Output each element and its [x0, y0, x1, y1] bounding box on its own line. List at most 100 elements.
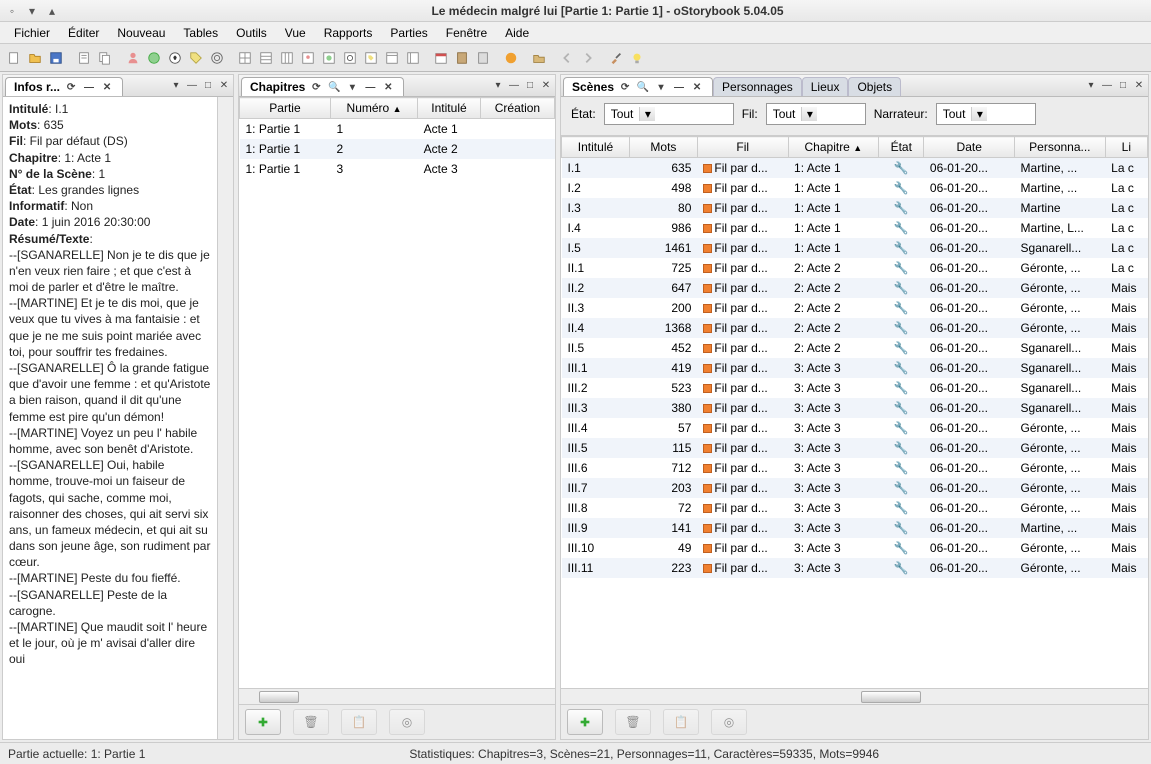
scenes-hscroll[interactable]	[561, 688, 1148, 704]
add-button[interactable]	[567, 709, 603, 735]
menu-éditer[interactable]: Éditer	[60, 24, 107, 42]
copy-button[interactable]: 📋	[663, 709, 699, 735]
grid-person-icon[interactable]	[298, 48, 318, 68]
panel-min-icon[interactable]: —	[185, 79, 199, 93]
grid1-icon[interactable]	[235, 48, 255, 68]
copy-icon[interactable]	[95, 48, 115, 68]
filter-fil-dropdown[interactable]: Tout ▾	[766, 103, 866, 125]
target-icon[interactable]	[207, 48, 227, 68]
col-header[interactable]: Numéro ▲	[330, 98, 417, 119]
infos-scrollbar[interactable]	[217, 97, 233, 739]
soccer-icon[interactable]	[165, 48, 185, 68]
grid-globe-icon[interactable]	[319, 48, 339, 68]
chevron-down-icon[interactable]: ▾	[639, 107, 655, 121]
new-file-icon[interactable]	[4, 48, 24, 68]
filter-narr-dropdown[interactable]: Tout ▾	[936, 103, 1036, 125]
table-row[interactable]: III.872Fil par d...3: Acte 3🔧06-01-20...…	[562, 498, 1148, 518]
grid-ball-icon[interactable]	[340, 48, 360, 68]
table-row[interactable]: III.5115Fil par d...3: Acte 3🔧06-01-20..…	[562, 438, 1148, 458]
menu-fenêtre[interactable]: Fenêtre	[438, 24, 495, 42]
col-header[interactable]: Mots	[629, 137, 697, 158]
table-row[interactable]: III.11223Fil par d...3: Acte 3🔧06-01-20.…	[562, 558, 1148, 578]
panel-dropdown-icon[interactable]: ▾	[491, 79, 505, 93]
delete-button[interactable]: 🗑	[293, 709, 329, 735]
dropdown-icon[interactable]: ▾	[345, 80, 359, 94]
close-icon[interactable]: ✕	[690, 80, 704, 94]
table-row[interactable]: III.7203Fil par d...3: Acte 3🔧06-01-20..…	[562, 478, 1148, 498]
panel-max-icon[interactable]: □	[523, 79, 537, 93]
table-row[interactable]: 1: Partie 13Acte 3	[240, 159, 555, 179]
tab-scenes[interactable]: Scènes ⟳ 🔍 ▾ — ✕	[563, 77, 713, 96]
menu-nouveau[interactable]: Nouveau	[109, 24, 173, 42]
panel-close-icon[interactable]: ✕	[217, 79, 231, 93]
book-icon[interactable]	[452, 48, 472, 68]
menu-fichier[interactable]: Fichier	[6, 24, 58, 42]
table-row[interactable]: III.1049Fil par d...3: Acte 3🔧06-01-20..…	[562, 538, 1148, 558]
grid5-icon[interactable]	[403, 48, 423, 68]
col-header[interactable]: Intitulé	[418, 98, 481, 119]
table-row[interactable]: I.2498Fil par d...1: Acte 1🔧06-01-20...M…	[562, 178, 1148, 198]
chevron-down-icon[interactable]: ▾	[801, 107, 817, 121]
table-row[interactable]: II.3200Fil par d...2: Acte 2🔧06-01-20...…	[562, 298, 1148, 318]
col-header[interactable]: Date	[924, 137, 1015, 158]
tab-lieux[interactable]: Lieux	[802, 77, 849, 96]
minimize-icon[interactable]: —	[82, 80, 96, 94]
book2-icon[interactable]	[473, 48, 493, 68]
col-header[interactable]: Chapitre ▲	[788, 137, 879, 158]
window-menu-icon[interactable]: ◦	[6, 5, 18, 17]
bulb-icon[interactable]	[627, 48, 647, 68]
menu-vue[interactable]: Vue	[277, 24, 314, 42]
close-icon[interactable]: ✕	[100, 80, 114, 94]
col-header[interactable]: Li	[1105, 137, 1147, 158]
col-header[interactable]: État	[879, 137, 924, 158]
window-minimize-icon[interactable]: ▾	[26, 5, 38, 17]
chapitres-table[interactable]: PartieNuméro ▲IntituléCréation 1: Partie…	[239, 97, 555, 179]
scenes-table[interactable]: IntituléMotsFilChapitre ▲ÉtatDatePersonn…	[561, 136, 1148, 578]
table-row[interactable]: II.41368Fil par d...2: Acte 2🔧06-01-20..…	[562, 318, 1148, 338]
panel-dropdown-icon[interactable]: ▾	[1084, 79, 1098, 93]
col-header[interactable]: Partie	[240, 98, 331, 119]
table-row[interactable]: I.1635Fil par d...1: Acte 1🔧06-01-20...M…	[562, 158, 1148, 179]
panel-min-icon[interactable]: —	[1100, 79, 1114, 93]
add-button[interactable]	[245, 709, 281, 735]
close-icon[interactable]: ✕	[381, 80, 395, 94]
chapitres-hscroll[interactable]	[239, 688, 555, 704]
table-row[interactable]: II.5452Fil par d...2: Acte 2🔧06-01-20...…	[562, 338, 1148, 358]
tag-icon[interactable]	[186, 48, 206, 68]
table-row[interactable]: 1: Partie 12Acte 2	[240, 139, 555, 159]
menu-outils[interactable]: Outils	[228, 24, 275, 42]
table-row[interactable]: I.380Fil par d...1: Acte 1🔧06-01-20...Ma…	[562, 198, 1148, 218]
copy-button[interactable]: 📋	[341, 709, 377, 735]
menu-parties[interactable]: Parties	[382, 24, 435, 42]
table-row[interactable]: II.1725Fil par d...2: Acte 2🔧06-01-20...…	[562, 258, 1148, 278]
refresh-icon[interactable]: ⟳	[618, 80, 632, 94]
dropdown-icon[interactable]: ▾	[654, 80, 668, 94]
find-icon[interactable]: 🔍	[327, 80, 341, 94]
save-icon[interactable]	[46, 48, 66, 68]
table-row[interactable]: III.9141Fil par d...3: Acte 3🔧06-01-20..…	[562, 518, 1148, 538]
refresh-icon[interactable]: ⟳	[64, 80, 78, 94]
folder-icon[interactable]	[529, 48, 549, 68]
grid3-icon[interactable]	[277, 48, 297, 68]
open-file-icon[interactable]	[25, 48, 45, 68]
panel-dropdown-icon[interactable]: ▾	[169, 79, 183, 93]
col-header[interactable]: Fil	[697, 137, 788, 158]
calendar-icon[interactable]	[431, 48, 451, 68]
filter-etat-dropdown[interactable]: Tout ▾	[604, 103, 734, 125]
globe-icon[interactable]	[144, 48, 164, 68]
nav-forward-icon[interactable]	[578, 48, 598, 68]
table-row[interactable]: 1: Partie 11Acte 1	[240, 119, 555, 140]
minimize-icon[interactable]: —	[672, 80, 686, 94]
grid4-icon[interactable]	[382, 48, 402, 68]
table-row[interactable]: III.457Fil par d...3: Acte 3🔧06-01-20...…	[562, 418, 1148, 438]
table-row[interactable]: I.4986Fil par d...1: Acte 1🔧06-01-20...M…	[562, 218, 1148, 238]
col-header[interactable]: Création	[480, 98, 554, 119]
nav-back-icon[interactable]	[557, 48, 577, 68]
window-maximize-icon[interactable]: ▴	[46, 5, 58, 17]
target-button[interactable]: ◎	[711, 709, 747, 735]
table-row[interactable]: III.2523Fil par d...3: Acte 3🔧06-01-20..…	[562, 378, 1148, 398]
table-row[interactable]: II.2647Fil par d...2: Acte 2🔧06-01-20...…	[562, 278, 1148, 298]
menu-rapports[interactable]: Rapports	[316, 24, 381, 42]
tab-infos[interactable]: Infos r... ⟳ — ✕	[5, 77, 123, 96]
table-row[interactable]: III.6712Fil par d...3: Acte 3🔧06-01-20..…	[562, 458, 1148, 478]
